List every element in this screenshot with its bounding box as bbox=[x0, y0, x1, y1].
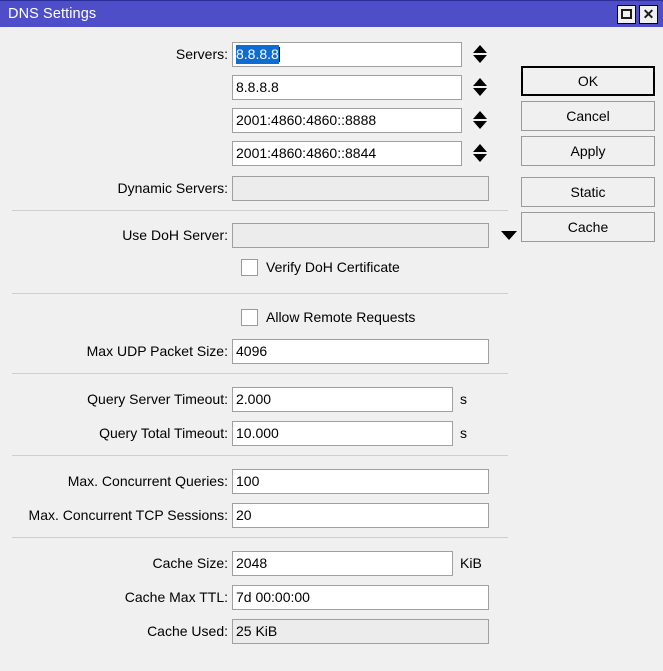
verify-doh-certificate-checkbox[interactable] bbox=[241, 259, 258, 276]
query-server-timeout-input[interactable]: 2.000 bbox=[232, 387, 453, 412]
static-button[interactable]: Static bbox=[521, 177, 655, 207]
query-server-timeout-row: Query Server Timeout: 2.000 s bbox=[0, 385, 467, 413]
max-concurrent-tcp-sessions-row: Max. Concurrent TCP Sessions: 20 bbox=[0, 501, 489, 529]
divider-2 bbox=[12, 293, 508, 294]
spinner-up-icon bbox=[473, 45, 487, 53]
servers-row-4: 2001:4860:4860::8844 bbox=[0, 139, 489, 167]
server-spinner-2[interactable] bbox=[471, 75, 489, 99]
query-server-timeout-unit: s bbox=[460, 391, 467, 407]
apply-button[interactable]: Apply bbox=[521, 136, 655, 166]
max-concurrent-queries-label: Max. Concurrent Queries: bbox=[0, 473, 232, 489]
title-bar-buttons: ✕ bbox=[617, 5, 663, 24]
query-total-timeout-row: Query Total Timeout: 10.000 s bbox=[0, 419, 467, 447]
allow-remote-requests-checkbox[interactable] bbox=[241, 309, 258, 326]
chevron-down-icon[interactable] bbox=[501, 231, 517, 240]
server-input-3[interactable]: 2001:4860:4860::8888 bbox=[232, 108, 462, 133]
close-icon: ✕ bbox=[643, 7, 655, 21]
cache-size-input[interactable]: 2048 bbox=[232, 551, 453, 576]
cache-used-row: Cache Used: 25 KiB bbox=[0, 617, 489, 645]
divider-5 bbox=[12, 537, 508, 538]
allow-remote-requests-label: Allow Remote Requests bbox=[266, 309, 415, 325]
server-input-1[interactable]: 8.8.8.8 bbox=[232, 42, 462, 67]
cache-max-ttl-input[interactable]: 7d 00:00:00 bbox=[232, 585, 489, 610]
query-total-timeout-input[interactable]: 10.000 bbox=[232, 421, 453, 446]
allow-remote-requests-row[interactable]: Allow Remote Requests bbox=[241, 305, 415, 329]
max-udp-packet-size-row: Max UDP Packet Size: 4096 bbox=[0, 337, 489, 365]
window-title: DNS Settings bbox=[0, 6, 617, 22]
query-total-timeout-unit: s bbox=[460, 425, 467, 441]
verify-doh-certificate-row[interactable]: Verify DoH Certificate bbox=[241, 255, 400, 279]
cache-used-value: 25 KiB bbox=[232, 619, 489, 644]
server-input-4[interactable]: 2001:4860:4860::8844 bbox=[232, 141, 462, 166]
cache-button[interactable]: Cache bbox=[521, 212, 655, 242]
spinner-down-icon bbox=[473, 88, 487, 96]
server-spinner-1[interactable] bbox=[471, 42, 489, 66]
ok-button[interactable]: OK bbox=[521, 66, 655, 96]
dynamic-servers-value bbox=[232, 176, 489, 201]
max-udp-packet-size-label: Max UDP Packet Size: bbox=[0, 343, 232, 359]
cache-max-ttl-row: Cache Max TTL: 7d 00:00:00 bbox=[0, 583, 489, 611]
divider-4 bbox=[12, 455, 508, 456]
spinner-down-icon bbox=[473, 55, 487, 63]
dynamic-servers-row: Dynamic Servers: bbox=[0, 174, 489, 202]
spinner-up-icon bbox=[473, 144, 487, 152]
max-concurrent-tcp-sessions-input[interactable]: 20 bbox=[232, 503, 489, 528]
servers-row-1: Servers: 8.8.8.8 bbox=[0, 40, 489, 68]
restore-icon bbox=[621, 9, 632, 19]
divider-3 bbox=[12, 373, 508, 374]
use-doh-server-label: Use DoH Server: bbox=[0, 227, 232, 243]
close-button[interactable]: ✕ bbox=[639, 5, 658, 24]
text-caret bbox=[279, 47, 280, 62]
spinner-up-icon bbox=[473, 111, 487, 119]
dialog-button-column: OK Cancel Apply Static Cache bbox=[521, 66, 655, 247]
restore-button[interactable] bbox=[617, 5, 636, 24]
use-doh-server-row: Use DoH Server: bbox=[0, 221, 517, 249]
max-udp-packet-size-input[interactable]: 4096 bbox=[232, 339, 489, 364]
cache-used-label: Cache Used: bbox=[0, 623, 232, 639]
spinner-down-icon bbox=[473, 121, 487, 129]
divider-1 bbox=[12, 210, 508, 211]
query-server-timeout-label: Query Server Timeout: bbox=[0, 391, 232, 407]
title-bar: DNS Settings ✕ bbox=[0, 1, 663, 27]
verify-doh-certificate-label: Verify DoH Certificate bbox=[266, 259, 400, 275]
cache-size-row: Cache Size: 2048 KiB bbox=[0, 549, 482, 577]
servers-row-3: 2001:4860:4860::8888 bbox=[0, 106, 489, 134]
max-concurrent-tcp-sessions-label: Max. Concurrent TCP Sessions: bbox=[0, 507, 232, 523]
cache-size-label: Cache Size: bbox=[0, 555, 232, 571]
server-input-1-value: 8.8.8.8 bbox=[236, 45, 279, 64]
cache-size-unit: KiB bbox=[460, 555, 482, 571]
spinner-down-icon bbox=[473, 154, 487, 162]
dynamic-servers-label: Dynamic Servers: bbox=[0, 180, 232, 196]
dialog-content: Servers: 8.8.8.8 8.8.8.8 2001:4860:4860:… bbox=[0, 27, 663, 671]
max-concurrent-queries-input[interactable]: 100 bbox=[232, 469, 489, 494]
dns-settings-window: DNS Settings ✕ Servers: 8.8.8.8 8.8.8.8 bbox=[0, 0, 663, 670]
servers-label: Servers: bbox=[0, 46, 232, 62]
servers-row-2: 8.8.8.8 bbox=[0, 73, 489, 101]
query-total-timeout-label: Query Total Timeout: bbox=[0, 425, 232, 441]
use-doh-server-input[interactable] bbox=[232, 223, 489, 248]
spinner-up-icon bbox=[473, 78, 487, 86]
max-concurrent-queries-row: Max. Concurrent Queries: 100 bbox=[0, 467, 489, 495]
server-input-2[interactable]: 8.8.8.8 bbox=[232, 75, 462, 100]
cache-max-ttl-label: Cache Max TTL: bbox=[0, 589, 232, 605]
cancel-button[interactable]: Cancel bbox=[521, 101, 655, 131]
server-spinner-3[interactable] bbox=[471, 108, 489, 132]
server-spinner-4[interactable] bbox=[471, 141, 489, 165]
